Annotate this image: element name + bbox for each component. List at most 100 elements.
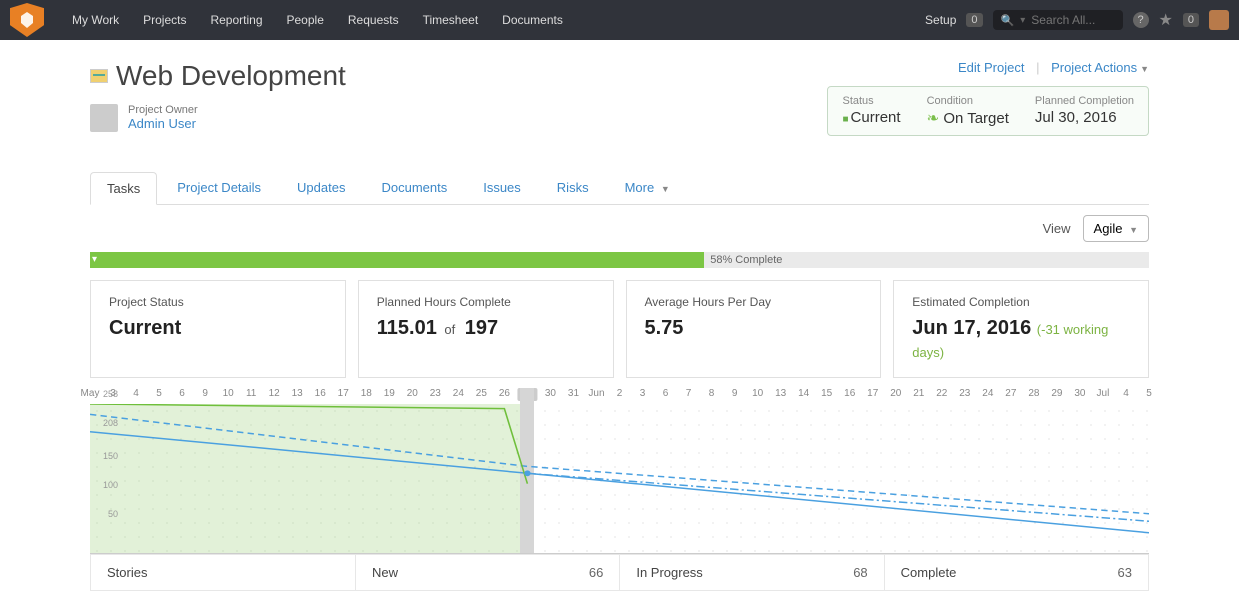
summary-stories[interactable]: Stories	[91, 555, 356, 590]
stat-cards: Project Status Current Planned Hours Com…	[90, 280, 1149, 378]
leaf-icon: ❧	[927, 110, 940, 127]
card-avg-hours: Average Hours Per Day 5.75	[626, 280, 882, 378]
favorites-icon[interactable]: ★	[1159, 10, 1173, 30]
summary-in-progress[interactable]: In Progress 68	[620, 555, 884, 590]
summary-new[interactable]: New 66	[356, 555, 620, 590]
burndown-chart: May3456910111213161718192023242526273031…	[90, 388, 1149, 554]
timeline-tick: 23	[959, 388, 970, 399]
card-label: Estimated Completion	[912, 295, 1130, 309]
nav-requests[interactable]: Requests	[338, 7, 409, 33]
timeline-tick: 22	[936, 388, 947, 399]
status-label: Status	[842, 95, 900, 107]
global-search[interactable]: 🔍 ▾	[993, 10, 1123, 30]
timeline-tick: 20	[407, 388, 418, 399]
tab-risks[interactable]: Risks	[541, 172, 605, 204]
nav-reporting[interactable]: Reporting	[200, 7, 272, 33]
timeline-tick: 20	[890, 388, 901, 399]
chart-lines	[90, 404, 1149, 553]
status-dot-icon: ■	[842, 114, 848, 125]
timeline-tick: 8	[709, 388, 715, 399]
chevron-down-icon: ▼	[1140, 64, 1149, 74]
tab-more[interactable]: More ▼	[609, 172, 686, 204]
top-nav: My WorkProjectsReportingPeopleRequestsTi…	[0, 0, 1239, 40]
user-avatar[interactable]	[1209, 10, 1229, 30]
timeline-tick: 25	[476, 388, 487, 399]
summary-label: In Progress	[636, 565, 702, 580]
timeline-tick: May	[81, 388, 100, 399]
timeline-tick: 13	[775, 388, 786, 399]
timeline-tick: Jul	[1097, 388, 1110, 399]
condition-label: Condition	[927, 95, 1009, 107]
timeline-tick: 2	[617, 388, 623, 399]
card-label: Project Status	[109, 295, 327, 309]
help-icon[interactable]: ?	[1133, 12, 1149, 28]
card-est-completion: Estimated Completion Jun 17, 2016 (-31 w…	[893, 280, 1149, 378]
summary-complete[interactable]: Complete 63	[885, 555, 1148, 590]
planned-completion-label: Planned Completion	[1035, 95, 1134, 107]
timeline-tick: 21	[913, 388, 924, 399]
tab-project-details[interactable]: Project Details	[161, 172, 277, 204]
status-value: Current	[851, 109, 901, 126]
yaxis-tick: 258	[103, 389, 118, 399]
setup-link[interactable]: Setup	[925, 13, 956, 27]
nav-timesheet[interactable]: Timesheet	[413, 7, 489, 33]
tab-tasks[interactable]: Tasks	[90, 172, 157, 205]
timeline-tick: 17	[867, 388, 878, 399]
condition-value: On Target	[943, 110, 1009, 127]
timeline-tick: Jun	[588, 388, 604, 399]
summary-label: Complete	[901, 565, 957, 580]
timeline-tick: 18	[361, 388, 372, 399]
timeline-tick: 6	[663, 388, 669, 399]
planned-completion-value: Jul 30, 2016	[1035, 109, 1134, 126]
project-actions-menu[interactable]: Project Actions▼	[1051, 60, 1149, 75]
chart-today-dot	[524, 470, 530, 476]
summary-label: Stories	[107, 565, 147, 580]
setup-badge: 0	[966, 13, 982, 27]
tab-updates[interactable]: Updates	[281, 172, 361, 204]
chart-timeline: May3456910111213161718192023242526273031…	[90, 388, 1149, 404]
timeline-tick: 30	[1074, 388, 1085, 399]
timeline-tick: 30	[545, 388, 556, 399]
edit-project-link[interactable]: Edit Project	[958, 60, 1024, 75]
card-value: 115.01 of 197	[377, 317, 595, 340]
series-projected_lower	[527, 473, 1149, 521]
tab-documents[interactable]: Documents	[365, 172, 463, 204]
view-label: View	[1043, 221, 1071, 236]
owner-name-link[interactable]: Admin User	[128, 116, 198, 131]
owner-avatar[interactable]	[90, 104, 118, 132]
timeline-tick: 29	[1051, 388, 1062, 399]
view-bar: View Agile ▼	[90, 205, 1149, 252]
nav-people[interactable]: People	[277, 7, 334, 33]
brand-logo[interactable]	[10, 3, 44, 37]
timeline-tick: 5	[1146, 388, 1152, 399]
progress-text: 58% Complete	[710, 252, 782, 268]
timeline-tick: 9	[732, 388, 738, 399]
timeline-tick: 7	[686, 388, 692, 399]
card-project-status: Project Status Current	[90, 280, 346, 378]
timeline-tick: 31	[568, 388, 579, 399]
agile-view-button[interactable]: Agile ▼	[1083, 215, 1149, 242]
tab-issues[interactable]: Issues	[467, 172, 537, 204]
series-planned	[90, 432, 1149, 533]
search-input[interactable]	[1031, 13, 1121, 27]
card-value: Jun 17, 2016 (-31 working days)	[912, 317, 1130, 363]
timeline-tick: 24	[453, 388, 464, 399]
timeline-tick: 4	[1123, 388, 1129, 399]
timeline-tick: 23	[430, 388, 441, 399]
timeline-tick: 16	[844, 388, 855, 399]
status-summary: Status ■Current Condition ❧ On Target Pl…	[827, 86, 1149, 136]
nav-documents[interactable]: Documents	[492, 7, 573, 33]
project-icon	[90, 69, 108, 83]
nav-links: My WorkProjectsReportingPeopleRequestsTi…	[62, 7, 573, 33]
progress-expand-icon[interactable]: ▾	[92, 252, 97, 268]
timeline-tick: 27	[1005, 388, 1016, 399]
nav-projects[interactable]: Projects	[133, 7, 196, 33]
nav-my-work[interactable]: My Work	[62, 7, 129, 33]
summary-count: 68	[853, 565, 867, 580]
timeline-tick: 10	[223, 388, 234, 399]
summary-label: New	[372, 565, 398, 580]
timeline-tick: 19	[384, 388, 395, 399]
timeline-tick: 15	[821, 388, 832, 399]
owner-label: Project Owner	[128, 104, 198, 116]
project-header: Web Development Project Owner Admin User…	[90, 60, 1149, 162]
